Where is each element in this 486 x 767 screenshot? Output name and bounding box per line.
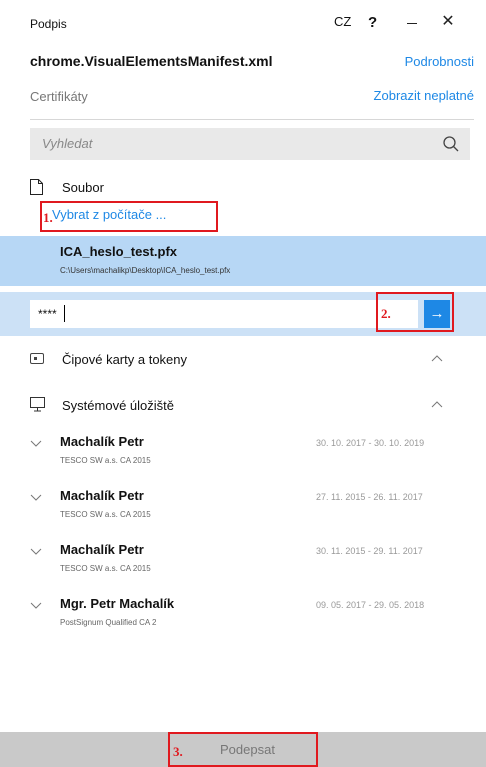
selected-file-path: C:\Users\machalikp\Desktop\ICA_heslo_tes… xyxy=(60,266,231,275)
chevron-down-icon[interactable] xyxy=(30,546,42,556)
certificate-item[interactable]: Mgr. Petr Machalík PostSignum Qualified … xyxy=(30,596,474,636)
document-header: chrome.VisualElementsManifest.xml Podrob… xyxy=(30,53,474,73)
certificate-validity: 30. 10. 2017 - 30. 10. 2019 xyxy=(316,438,425,448)
certificates-header: Certifikáty Zobrazit neplatné xyxy=(30,88,474,108)
selected-file-name: ICA_heslo_test.pfx xyxy=(60,244,178,259)
selected-file-item[interactable]: ICA_heslo_test.pfx C:\Users\machalikp\De… xyxy=(0,236,486,286)
chip-cards-label: Čipové karty a tokeny xyxy=(62,352,188,367)
certificate-issuer: TESCO SW a.s. CA 2015 xyxy=(60,456,151,465)
certificate-issuer: TESCO SW a.s. CA 2015 xyxy=(60,564,151,573)
step-2-number: 2. xyxy=(381,306,391,321)
search-box[interactable]: Vyhledat xyxy=(30,128,470,160)
chip-cards-section[interactable]: Čipové karty a tokeny xyxy=(30,348,474,372)
chevron-down-icon[interactable] xyxy=(30,492,42,502)
certificate-issuer: TESCO SW a.s. CA 2015 xyxy=(60,510,151,519)
title-bar: Podpis CZ ? ✕ xyxy=(0,0,486,40)
show-invalid-link[interactable]: Zobrazit neplatné xyxy=(374,88,474,103)
certificates-label: Certifikáty xyxy=(30,89,88,104)
password-bar: 2. → xyxy=(0,292,486,336)
arrow-right-icon: → xyxy=(429,305,445,322)
certificate-issuer: PostSignum Qualified CA 2 xyxy=(60,618,157,627)
search-icon[interactable] xyxy=(442,135,460,153)
minimize-icon[interactable] xyxy=(402,12,422,32)
footer-bar: 3. Podepsat xyxy=(0,732,486,767)
certificate-name: Machalík Petr xyxy=(60,542,144,557)
password-input[interactable] xyxy=(30,300,418,328)
divider xyxy=(30,119,474,120)
certificate-item[interactable]: Machalík Petr TESCO SW a.s. CA 2015 27. … xyxy=(30,488,474,528)
step-3-number: 3. xyxy=(173,744,183,759)
system-store-section[interactable]: Systémové úložiště xyxy=(30,394,474,418)
sign-button[interactable]: 3. Podepsat xyxy=(168,732,318,767)
certificate-name: Mgr. Petr Machalík xyxy=(60,596,175,611)
sign-button-label: Podepsat xyxy=(220,742,275,757)
details-link[interactable]: Podrobnosti xyxy=(405,54,474,69)
text-caret xyxy=(64,305,65,322)
chip-card-icon xyxy=(30,353,44,364)
document-icon xyxy=(30,179,43,195)
certificate-name: Machalík Petr xyxy=(60,488,144,503)
chevron-up-icon[interactable] xyxy=(430,352,444,366)
search-input[interactable]: Vyhledat xyxy=(42,136,92,151)
window-title: Podpis xyxy=(30,17,67,31)
monitor-icon xyxy=(30,397,45,412)
certificate-validity: 30. 11. 2015 - 29. 11. 2017 xyxy=(316,546,423,556)
chevron-down-icon[interactable] xyxy=(30,438,42,448)
close-icon[interactable]: ✕ xyxy=(438,12,458,32)
system-store-label: Systémové úložiště xyxy=(62,398,174,413)
language-switch[interactable]: CZ xyxy=(334,14,351,29)
submit-password-button[interactable]: → xyxy=(424,300,450,328)
file-section-label: Soubor xyxy=(62,180,104,195)
choose-from-computer-link[interactable]: Vybrat z počítače ... xyxy=(52,207,166,222)
chevron-down-icon[interactable] xyxy=(30,600,42,610)
help-button[interactable]: ? xyxy=(368,14,377,31)
certificate-validity: 27. 11. 2015 - 26. 11. 2017 xyxy=(316,492,423,502)
document-filename: chrome.VisualElementsManifest.xml xyxy=(30,53,273,69)
certificate-validity: 09. 05. 2017 - 29. 05. 2018 xyxy=(316,600,425,610)
certificate-item[interactable]: Machalík Petr TESCO SW a.s. CA 2015 30. … xyxy=(30,434,474,474)
chevron-up-icon[interactable] xyxy=(430,398,444,412)
certificate-name: Machalík Petr xyxy=(60,434,144,449)
certificate-item[interactable]: Machalík Petr TESCO SW a.s. CA 2015 30. … xyxy=(30,542,474,582)
